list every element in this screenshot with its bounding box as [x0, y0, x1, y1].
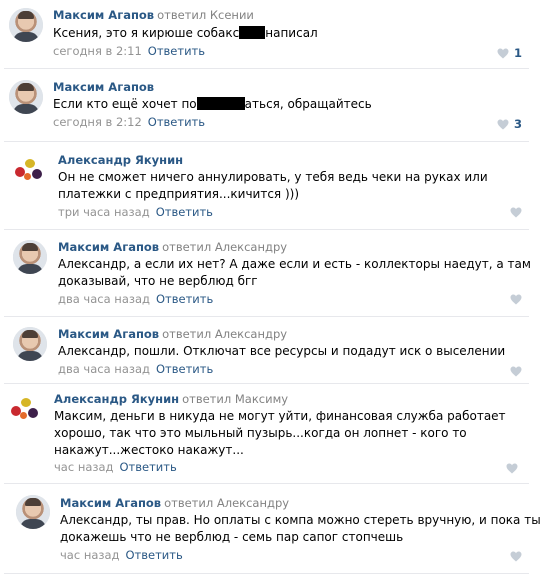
comment-text: Ксения, это я кирюше собакс написал — [53, 26, 318, 40]
avatar[interactable] — [13, 327, 47, 361]
like-button[interactable] — [510, 366, 522, 377]
reply-to-label[interactable]: ответил Александру — [162, 240, 287, 254]
reply-button[interactable]: Ответить — [126, 548, 183, 562]
reply-to-label[interactable]: ответил Александру — [164, 496, 289, 510]
author-name[interactable]: Максим Агапов — [53, 8, 154, 22]
heart-icon — [510, 294, 522, 305]
comment-text: Максим, деньги в никуда не могут уйти, ф… — [54, 409, 506, 457]
reply-button[interactable]: Ответить — [156, 362, 213, 376]
heart-icon — [510, 551, 522, 562]
comment-text: Он не сможет ничего аннулировать, у тебя… — [58, 170, 488, 201]
avatar[interactable] — [9, 80, 43, 114]
author-name[interactable]: Александр Якунин — [58, 153, 183, 167]
comment-time[interactable]: час назад — [54, 460, 114, 474]
like-button[interactable]: 3 — [497, 117, 522, 131]
author-name[interactable]: Максим Агапов — [58, 327, 159, 341]
heart-icon — [506, 463, 518, 474]
like-button[interactable] — [506, 463, 518, 474]
author-name[interactable]: Максим Агапов — [60, 496, 161, 510]
like-count: 3 — [514, 117, 523, 131]
like-button[interactable]: 1 — [497, 46, 522, 60]
reply-button[interactable]: Ответить — [156, 292, 213, 306]
avatar[interactable] — [16, 495, 50, 529]
comment-time[interactable]: час назад — [60, 548, 120, 562]
comment-text: Александр, а если их нет? А даже если и … — [58, 257, 531, 288]
divider — [4, 229, 529, 230]
heart-icon — [497, 48, 509, 58]
author-name[interactable]: Александр Якунин — [54, 392, 179, 406]
reply-to-label[interactable]: ответил Ксении — [157, 8, 254, 22]
reply-button[interactable]: Ответить — [120, 460, 177, 474]
author-name[interactable]: Максим Агапов — [58, 240, 159, 254]
redaction-bar — [239, 26, 266, 39]
heart-icon — [497, 119, 509, 129]
divider — [4, 383, 529, 384]
comment-text: Если кто ещё хочет по аться, обращайтесь — [53, 97, 372, 111]
comment-text: Александр, пошли. Отключат все ресурсы и… — [58, 344, 506, 358]
author-name[interactable]: Максим Агапов — [53, 80, 154, 94]
divider — [4, 573, 529, 574]
avatar[interactable] — [12, 153, 46, 187]
reply-button[interactable]: Ответить — [156, 205, 213, 219]
heart-icon — [510, 207, 522, 218]
heart-icon — [510, 366, 522, 377]
avatar[interactable] — [8, 392, 42, 426]
comment-time[interactable]: два часа назад — [58, 292, 150, 306]
comment-time[interactable]: три часа назад — [58, 205, 150, 219]
like-button[interactable] — [510, 294, 522, 305]
comment-time[interactable]: сегодня в 2:12 — [53, 115, 142, 129]
redaction-bar — [196, 97, 245, 110]
divider — [4, 141, 529, 142]
like-button[interactable] — [510, 207, 522, 218]
like-count: 1 — [514, 46, 523, 60]
reply-to-label[interactable]: ответил Максиму — [182, 392, 288, 406]
reply-button[interactable]: Ответить — [148, 115, 205, 129]
reply-button[interactable]: Ответить — [148, 44, 205, 58]
divider — [4, 316, 529, 317]
comment-text: Александр, ты прав. Но оплаты с компа мо… — [60, 513, 541, 544]
like-button[interactable] — [510, 551, 522, 562]
comment-time[interactable]: сегодня в 2:11 — [53, 44, 142, 58]
divider — [4, 68, 529, 69]
avatar[interactable] — [13, 240, 47, 274]
comment-time[interactable]: два часа назад — [58, 362, 150, 376]
avatar[interactable] — [9, 8, 43, 42]
divider — [4, 483, 529, 484]
reply-to-label[interactable]: ответил Александру — [162, 327, 287, 341]
